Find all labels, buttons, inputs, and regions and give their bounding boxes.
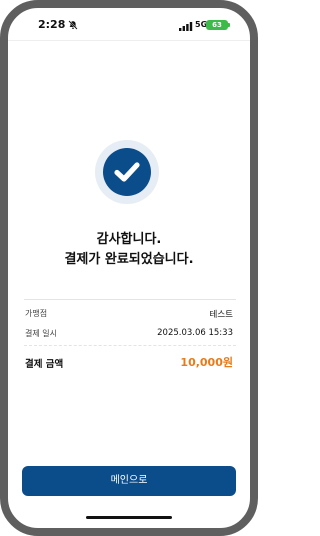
go-main-button[interactable]: 메인으로 <box>22 466 236 496</box>
total-divider <box>24 345 236 346</box>
thanks-message: 감사합니다. <box>96 232 162 247</box>
merchant-value: 테스트 <box>209 310 233 320</box>
home-indicator <box>86 516 172 519</box>
header-divider <box>8 40 250 41</box>
phone-frame: 2:28 5G 63 감사합니다. 결제가 완료되었습니다. 가맹점 테스트 결… <box>0 0 258 536</box>
screen: 2:28 5G 63 감사합니다. 결제가 완료되었습니다. 가맹점 테스트 결… <box>8 8 250 528</box>
merchant-label: 가맹점 <box>25 309 48 318</box>
battery-indicator: 63 <box>206 20 228 30</box>
bell-slash-icon <box>68 20 78 30</box>
signal-icon <box>179 22 193 31</box>
status-bar: 2:28 5G 63 <box>8 8 250 44</box>
status-time: 2:28 <box>38 18 66 31</box>
total-amount-value: 10,000원 <box>180 356 233 369</box>
check-icon <box>114 162 140 182</box>
battery-cap <box>228 23 230 27</box>
total-amount-label: 결제 금액 <box>25 359 64 370</box>
payment-date-label: 결제 일시 <box>25 329 57 338</box>
details-divider <box>24 299 236 300</box>
payment-date-value: 2025.03.06 15:33 <box>157 328 233 338</box>
payment-complete-message: 결제가 완료되었습니다. <box>64 252 194 267</box>
